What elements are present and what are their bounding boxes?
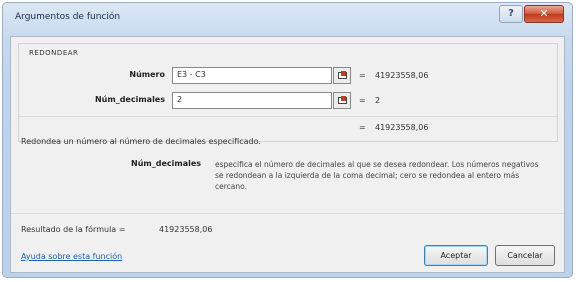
body-divider: [11, 213, 564, 214]
range-select-arrow-icon: [341, 71, 346, 76]
dialog-body: REDONDEAR Número E3 - C3 = 41923558,06 N…: [10, 36, 565, 273]
num-decimales-value: 2: [375, 96, 381, 105]
function-name: REDONDEAR: [29, 49, 79, 57]
collapse-dialog-button-numero[interactable]: [333, 67, 351, 84]
group-divider: [19, 116, 557, 117]
equals-sign: =: [359, 71, 366, 80]
numero-input[interactable]: E3 - C3: [172, 67, 332, 84]
collapse-dialog-button-num-decimales[interactable]: [333, 92, 351, 109]
formula-result-value: 41923558,06: [159, 225, 213, 234]
function-arguments-dialog: Argumentos de función ? ✕ REDONDEAR Núme…: [2, 2, 573, 278]
equals-sign: =: [359, 123, 366, 132]
dialog-title: Argumentos de función: [15, 12, 121, 22]
argument-help-text: especifica el número de decimales al que…: [215, 160, 539, 191]
formula-preview-value: 41923558,06: [375, 123, 429, 132]
help-button[interactable]: ?: [499, 5, 523, 23]
cancel-button[interactable]: Cancelar: [495, 245, 555, 266]
close-icon: ✕: [539, 7, 549, 20]
argument-help-name: Núm_decimales: [131, 159, 202, 168]
function-description: Redondea un número al número de decimale…: [21, 137, 261, 146]
function-help-link[interactable]: Ayuda sobre esta función: [21, 252, 122, 261]
num-decimales-input[interactable]: 2: [172, 92, 332, 109]
title-bar[interactable]: Argumentos de función ? ✕: [3, 3, 572, 35]
range-select-arrow-icon: [341, 96, 346, 101]
ok-button[interactable]: Aceptar: [424, 245, 488, 266]
question-icon: ?: [508, 8, 514, 19]
equals-sign: =: [359, 96, 366, 105]
arguments-group: REDONDEAR Número E3 - C3 = 41923558,06 N…: [18, 43, 558, 142]
close-button[interactable]: ✕: [524, 5, 564, 23]
argument-label-numero: Número: [129, 70, 165, 79]
numero-value: 41923558,06: [375, 71, 429, 80]
formula-result-label: Resultado de la fórmula =: [21, 225, 126, 234]
argument-label-num-decimales: Núm_decimales: [94, 95, 165, 104]
